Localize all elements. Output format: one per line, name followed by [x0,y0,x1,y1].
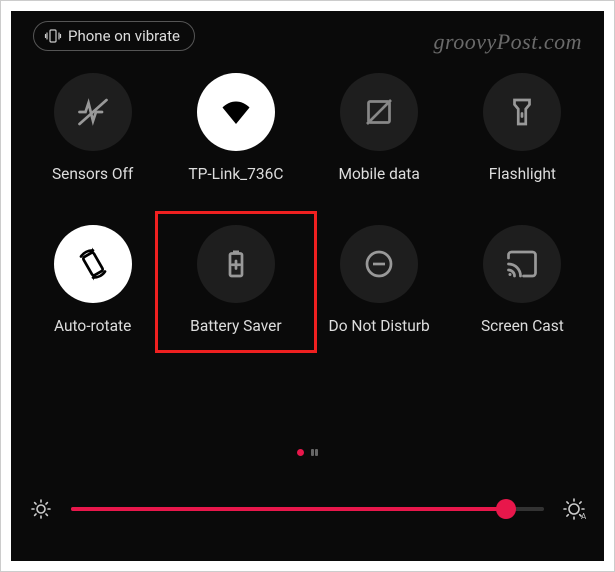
brightness-slider-thumb[interactable] [496,499,516,519]
vibrate-icon [44,27,62,45]
tile-auto-rotate[interactable]: Auto-rotate [21,225,164,335]
flashlight-icon [504,94,540,130]
quick-settings-panel: Phone on vibrate groovyPost.com Sensors … [11,11,604,561]
svg-text:A: A [581,512,586,521]
tile-do-not-disturb[interactable]: Do Not Disturb [308,225,451,335]
tile-screen-cast[interactable]: Screen Cast [451,225,594,335]
sensors-off-icon [75,94,111,130]
tile-flashlight[interactable]: Flashlight [451,73,594,183]
screenshot-frame: Phone on vibrate groovyPost.com Sensors … [0,0,615,572]
brightness-auto-icon: A [562,497,586,521]
tile-sensors-off[interactable]: Sensors Off [21,73,164,183]
brightness-low-icon [29,497,53,521]
tile-wifi[interactable]: TP-Link_736C [164,73,307,183]
wifi-icon [218,94,254,130]
brightness-slider[interactable] [71,507,544,511]
tile-label: Mobile data [338,165,419,183]
tile-battery-saver[interactable]: Battery Saver [164,225,307,335]
watermark-text: groovyPost.com [433,29,582,55]
pager-dot-active [297,449,304,456]
battery-saver-icon [218,246,254,282]
brightness-control: A [29,497,586,521]
tile-label: Auto-rotate [54,317,131,335]
tile-label: Sensors Off [52,165,133,183]
tile-label: Do Not Disturb [329,317,430,335]
ringer-status-label: Phone on vibrate [68,27,180,45]
brightness-slider-fill [71,507,506,511]
page-indicator [11,449,604,456]
tile-label: Screen Cast [481,317,564,335]
tile-mobile-data[interactable]: Mobile data [308,73,451,183]
mobile-data-off-icon [361,94,397,130]
tile-label: Flashlight [489,165,556,183]
tile-label: TP-Link_736C [188,165,283,183]
do-not-disturb-icon [361,246,397,282]
tile-label: Battery Saver [190,317,281,335]
pager-dot-inactive [311,449,319,456]
auto-rotate-icon [75,246,111,282]
ringer-status-chip[interactable]: Phone on vibrate [33,21,195,51]
quick-settings-grid: Sensors Off TP-Link_736C Mobile dat [11,73,604,335]
cast-icon [504,246,540,282]
